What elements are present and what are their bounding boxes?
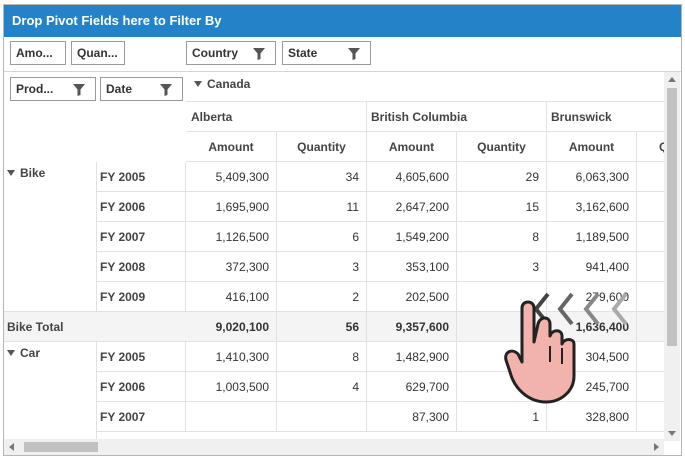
measure-header-quantity: Quantity — [457, 132, 547, 162]
value-cell[interactable]: 3 — [277, 252, 367, 282]
value-cell[interactable]: 1,003,500 — [186, 372, 277, 402]
quantity-field-label: Quan... — [77, 46, 118, 60]
pivot-table: Prod... Date Canada Alberta British Colu… — [4, 71, 681, 455]
value-cell[interactable]: 34 — [277, 162, 367, 192]
total-cell[interactable]: 9,020,100 — [186, 312, 277, 342]
filter-drop-label: Drop Pivot Fields here to Filter By — [12, 13, 222, 28]
measure-header-quantity: Quantity — [277, 132, 367, 162]
partial-cell — [637, 162, 664, 192]
row-header-year: FY 2007 — [97, 222, 186, 252]
caret-down-icon[interactable] — [194, 80, 202, 87]
caret-down-icon[interactable] — [7, 169, 15, 176]
measure-header-amount: Amount — [547, 132, 637, 162]
value-cell[interactable]: 1,189,500 — [547, 222, 637, 252]
partial-cell — [637, 222, 664, 252]
measure-header-quantity-partial: Q — [637, 132, 664, 162]
value-cell[interactable]: 5,409,300 — [186, 162, 277, 192]
amount-field-label: Amo... — [16, 46, 53, 60]
state-header-alberta[interactable]: Alberta — [186, 102, 367, 132]
value-cell[interactable]: 87,300 — [367, 402, 457, 432]
scroll-down-icon[interactable] — [668, 431, 676, 436]
quantity-field-button[interactable]: Quan... — [71, 41, 125, 65]
value-cell[interactable]: 202,500 — [367, 282, 457, 312]
value-cell[interactable]: 416,100 — [186, 282, 277, 312]
value-cell[interactable]: 328,800 — [547, 402, 637, 432]
filter-drop-area[interactable]: Drop Pivot Fields here to Filter By — [4, 5, 681, 37]
value-cell[interactable]: 8 — [457, 222, 547, 252]
value-cell[interactable]: 11 — [277, 192, 367, 222]
value-cell[interactable]: 629,700 — [367, 372, 457, 402]
product-field-button[interactable]: Prod... — [10, 77, 96, 101]
measure-header-amount: Amount — [186, 132, 277, 162]
scroll-right-icon[interactable] — [654, 443, 659, 451]
value-cell[interactable]: 4 — [277, 372, 367, 402]
row-header-bike-total: Bike Total — [4, 312, 186, 342]
value-cell[interactable]: 941,400 — [547, 252, 637, 282]
value-cell[interactable]: 1 — [457, 402, 547, 432]
partial-cell — [637, 252, 664, 282]
value-cell[interactable]: 2 — [277, 282, 367, 312]
value-cell[interactable]: 2,647,200 — [367, 192, 457, 222]
total-cell[interactable]: 56 — [277, 312, 367, 342]
value-cell[interactable]: 353,100 — [367, 252, 457, 282]
total-cell[interactable]: 9,357,600 — [367, 312, 457, 342]
state-header-label: Alberta — [191, 110, 233, 124]
vertical-scrollbar[interactable] — [664, 72, 680, 441]
row-header-year: FY 2009 — [97, 282, 186, 312]
row-header-year: FY 2006 — [97, 372, 186, 402]
state-header-label: Brunswick — [551, 110, 612, 124]
value-cell[interactable]: 8 — [277, 342, 367, 372]
state-header-brunswick[interactable]: Brunswick — [547, 102, 664, 132]
measure-header-amount: Amount — [367, 132, 457, 162]
country-field-label: Country — [192, 46, 238, 60]
value-cell[interactable]: 1,549,200 — [367, 222, 457, 252]
state-field-button[interactable]: State — [282, 41, 371, 65]
date-field-label: Date — [106, 82, 133, 96]
vertical-scroll-thumb[interactable] — [667, 88, 677, 346]
partial-cell — [637, 192, 664, 222]
horizontal-scroll-thumb[interactable] — [24, 442, 98, 452]
row-header-year: FY 2005 — [97, 342, 186, 372]
value-cell[interactable]: 4,605,600 — [367, 162, 457, 192]
value-cell[interactable]: 6,063,300 — [547, 162, 637, 192]
value-cell[interactable] — [186, 402, 277, 432]
amount-field-button[interactable]: Amo... — [10, 41, 66, 65]
row-header-car[interactable]: Car — [4, 342, 97, 442]
value-cell[interactable]: 1,482,900 — [367, 342, 457, 372]
funnel-icon[interactable] — [253, 48, 265, 60]
scroll-left-icon[interactable] — [9, 443, 14, 451]
value-cell[interactable]: 15 — [457, 192, 547, 222]
row-header-year: FY 2005 — [97, 162, 186, 192]
state-header-british-columbia[interactable]: British Columbia — [367, 102, 547, 132]
value-cell[interactable]: 1,126,500 — [186, 222, 277, 252]
row-header-year: FY 2007 — [97, 402, 186, 432]
caret-down-icon[interactable] — [7, 349, 15, 356]
value-cell[interactable]: 3 — [457, 252, 547, 282]
value-cell[interactable]: 1,695,900 — [186, 192, 277, 222]
value-cell[interactable]: 6 — [277, 222, 367, 252]
value-cell[interactable]: 372,300 — [186, 252, 277, 282]
date-field-button[interactable]: Date — [100, 77, 183, 101]
country-header-label: Canada — [207, 77, 251, 91]
product-field-label: Prod... — [16, 82, 54, 96]
row-header-bike[interactable]: Bike — [4, 162, 97, 312]
value-cell[interactable]: 1,410,300 — [186, 342, 277, 372]
state-field-label: State — [288, 46, 318, 60]
funnel-icon[interactable] — [160, 84, 172, 96]
value-cell[interactable]: 29 — [457, 162, 547, 192]
row-header-year: FY 2006 — [97, 192, 186, 222]
country-field-button[interactable]: Country — [186, 41, 276, 65]
horizontal-scrollbar[interactable] — [4, 439, 664, 455]
value-cell[interactable]: 3,162,600 — [547, 192, 637, 222]
funnel-icon[interactable] — [348, 48, 360, 60]
swipe-left-hand-icon — [504, 292, 628, 404]
partial-cell — [637, 402, 664, 432]
funnel-icon[interactable] — [73, 84, 85, 96]
pivot-grid: Drop Pivot Fields here to Filter By Amo.… — [3, 4, 682, 456]
row-header-year: FY 2008 — [97, 252, 186, 282]
value-cell[interactable] — [277, 402, 367, 432]
state-header-label: British Columbia — [371, 110, 468, 124]
scroll-up-icon[interactable] — [668, 77, 676, 82]
country-header-canada[interactable]: Canada — [186, 72, 664, 102]
